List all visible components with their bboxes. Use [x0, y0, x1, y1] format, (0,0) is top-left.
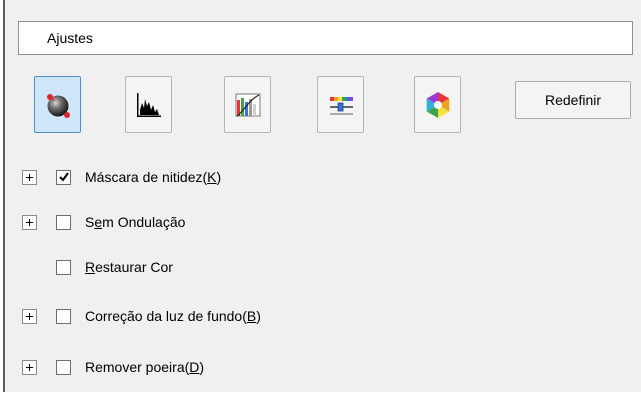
checkmark-icon	[59, 172, 69, 182]
unsharp-mask-tool-button[interactable]	[34, 76, 81, 133]
dust-removal-checkbox[interactable]	[56, 360, 71, 375]
unsharp-mask-label[interactable]: Máscara de nitidez(K)	[85, 169, 221, 185]
settings-panel: Ajustes Redefinir Máscara de nitidez(K) …	[3, 0, 641, 392]
expand-icon[interactable]	[22, 170, 37, 185]
tone-curve-icon	[235, 93, 260, 116]
backlight-correction-label[interactable]: Correção da luz de fundo(B)	[85, 308, 261, 324]
unsharp-mask-checkbox[interactable]	[56, 170, 71, 185]
tone-curve-tool-button[interactable]	[224, 76, 271, 133]
expand-icon[interactable]	[22, 215, 37, 230]
color-restoration-checkbox[interactable]	[56, 260, 71, 275]
color-restoration-label[interactable]: Restaurar Cor	[85, 259, 173, 275]
image-adjustment-tool-button[interactable]	[317, 76, 364, 133]
expand-icon[interactable]	[22, 309, 37, 324]
reset-button[interactable]: Redefinir	[515, 81, 631, 119]
histogram-icon	[136, 92, 161, 117]
color-wheel-icon	[426, 91, 449, 118]
settings-header: Ajustes	[18, 21, 633, 55]
settings-title: Ajustes	[47, 30, 93, 46]
expand-icon[interactable]	[22, 360, 37, 375]
dust-removal-label[interactable]: Remover poeira(D)	[85, 359, 204, 375]
sphere-icon	[46, 93, 70, 118]
descreening-checkbox[interactable]	[56, 215, 71, 230]
color-palette-tool-button[interactable]	[414, 76, 461, 133]
descreening-label[interactable]: Sem Ondulação	[85, 214, 185, 230]
backlight-correction-checkbox[interactable]	[56, 309, 71, 324]
sliders-icon	[329, 96, 353, 115]
histogram-tool-button[interactable]	[125, 76, 172, 133]
